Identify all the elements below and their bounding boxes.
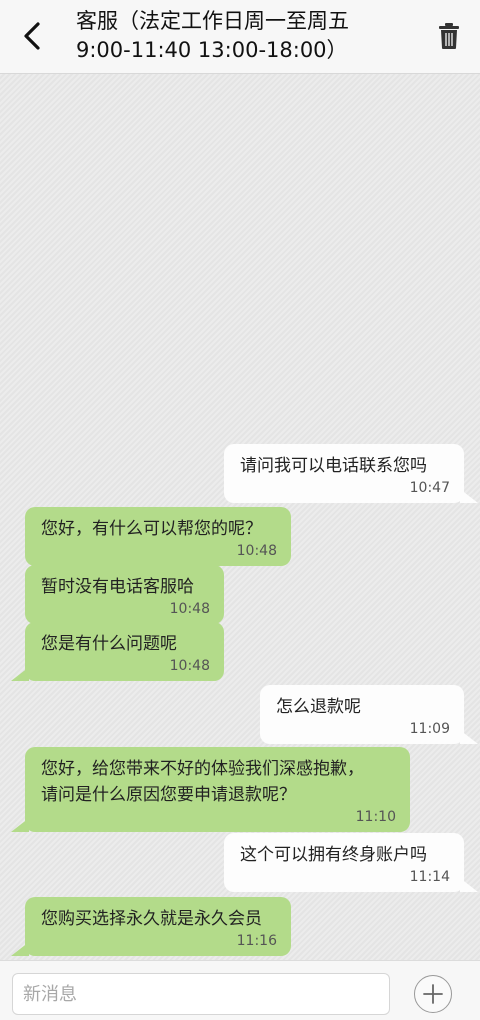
- message-time: 10:48: [169, 601, 210, 617]
- message-time: 11:10: [355, 809, 396, 825]
- message-text: 请问是什么原因您要申请退款呢？: [41, 785, 296, 805]
- message-bubble-outgoing[interactable]: 请问我可以电话联系您吗 10:47: [224, 444, 478, 503]
- message-text: 请问我可以电话联系您吗: [240, 456, 427, 476]
- message-time: 10:48: [236, 543, 277, 559]
- back-button[interactable]: [12, 16, 52, 56]
- message-time: 11:16: [236, 933, 277, 949]
- title-line-1: 客服（法定工作日周一至周五: [76, 9, 349, 33]
- message-input[interactable]: [12, 973, 390, 1015]
- message-bubble-incoming[interactable]: 您购买选择永久就是永久会员 11:16: [11, 897, 291, 956]
- composer-bar: [0, 960, 480, 1020]
- message-text: 暂时没有电话客服哈: [41, 577, 194, 597]
- page-title: 客服（法定工作日周一至周五 9:00-11:40 13:00-18:00）: [76, 7, 416, 65]
- chevron-left-icon: [24, 22, 40, 50]
- message-text: 这个可以拥有终身账户吗: [240, 845, 427, 865]
- add-attachment-button[interactable]: [414, 975, 452, 1013]
- message-bubble-outgoing[interactable]: 这个可以拥有终身账户吗 11:14: [224, 833, 478, 892]
- chat-header: 客服（法定工作日周一至周五 9:00-11:40 13:00-18:00）: [0, 0, 480, 74]
- message-text: 您好，有什么可以帮您的呢？: [41, 519, 262, 539]
- plus-icon: [423, 984, 443, 1004]
- message-time: 11:14: [409, 869, 450, 885]
- message-bubble-incoming[interactable]: 您好，给您带来不好的体验我们深感抱歉， 请问是什么原因您要申请退款呢？ 11:1…: [11, 747, 410, 832]
- message-time: 11:09: [409, 721, 450, 737]
- message-bubble-incoming[interactable]: 暂时没有电话客服哈 10:48: [25, 565, 224, 624]
- message-bubble-incoming[interactable]: 您好，有什么可以帮您的呢？ 10:48: [25, 507, 291, 566]
- message-time: 10:47: [409, 480, 450, 496]
- message-text: 怎么退款呢: [276, 697, 361, 717]
- delete-button[interactable]: [436, 20, 462, 52]
- title-line-2: 9:00-11:40 13:00-18:00）: [76, 38, 348, 62]
- message-text: 您购买选择永久就是永久会员: [41, 909, 262, 929]
- message-time: 10:48: [169, 658, 210, 674]
- message-text: 您好，给您带来不好的体验我们深感抱歉，: [41, 759, 364, 779]
- message-bubble-outgoing[interactable]: 怎么退款呢 11:09: [260, 685, 478, 744]
- message-bubble-incoming[interactable]: 您是有什么问题呢 10:48: [11, 622, 224, 681]
- trash-icon: [439, 23, 459, 49]
- chat-area[interactable]: 请问我可以电话联系您吗 10:47 您好，有什么可以帮您的呢？ 10:48 暂时…: [0, 74, 480, 960]
- message-text: 您是有什么问题呢: [41, 634, 177, 654]
